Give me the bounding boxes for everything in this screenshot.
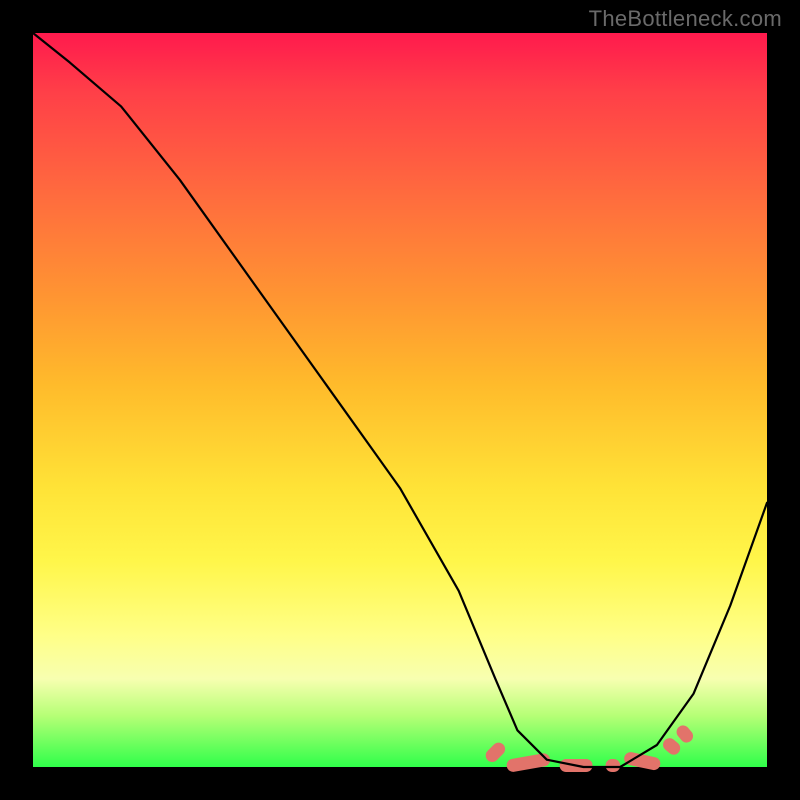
bottleneck-curve — [33, 33, 767, 767]
highlight-marker — [674, 723, 696, 745]
highlight-marker — [606, 759, 621, 772]
chart-frame: TheBottleneck.com — [0, 0, 800, 800]
highlight-marker — [483, 740, 508, 765]
watermark-text: TheBottleneck.com — [589, 6, 782, 32]
curve-svg — [33, 33, 767, 767]
highlight-marker — [660, 736, 682, 758]
plot-area — [33, 33, 767, 767]
highlight-marker — [506, 752, 552, 772]
highlight-markers — [483, 723, 696, 773]
